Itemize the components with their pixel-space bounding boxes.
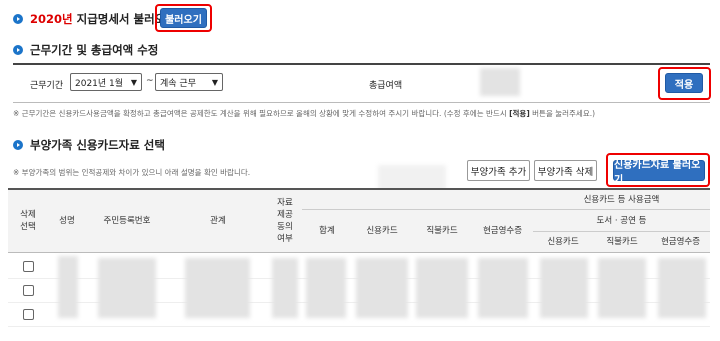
redacted-cell (356, 258, 408, 318)
section1-title: 2020년 지급명세서 불러오기 (30, 11, 176, 27)
group-books-performances: 도서 · 공연 등 (596, 215, 647, 226)
redacted-cell (598, 258, 646, 318)
redacted-cell (540, 258, 588, 318)
sub-col-debit-card: 직불카드 (606, 237, 638, 247)
section-bullet-icon (13, 140, 23, 150)
load-card-data-button[interactable]: 신용카드자료 불러오기 (613, 160, 705, 186)
section2-title: 근무기간 및 총급여액 수정 (30, 43, 159, 57)
chevron-down-icon: ▼ (211, 77, 218, 87)
redacted-cell (58, 256, 78, 318)
total-pay-value-redacted (480, 68, 520, 96)
delete-dependent-button[interactable]: 부양가족 삭제 (534, 160, 597, 181)
add-dependent-button[interactable]: 부양가족 추가 (467, 160, 530, 181)
redacted-cell (478, 258, 528, 318)
section-bullet-icon (13, 14, 23, 24)
redacted-cell (658, 258, 706, 318)
end-month-value: 계속 근무 (160, 78, 196, 89)
row-select-checkbox[interactable] (23, 285, 34, 296)
total-pay-label: 총급여액 (369, 81, 403, 91)
col-name: 성명 (59, 216, 75, 226)
redacted-cell (416, 258, 468, 318)
start-month-select[interactable]: 2021년 1월 ▼ (70, 73, 142, 91)
period-note: ※ 근무기간은 신용카드사용금액을 확정하고 총급여액은 공제한도 계산을 위해… (13, 108, 595, 119)
group-card-usage: 신용카드 등 사용금액 (583, 194, 660, 205)
range-tilde: ~ (146, 76, 154, 86)
sub-col-cash-receipt: 현금영수증 (660, 237, 701, 247)
row-select-checkbox[interactable] (23, 261, 34, 272)
year-label: 2020년 (30, 12, 73, 26)
section-bullet-icon (13, 45, 23, 55)
col-total: 합계 (319, 226, 335, 236)
dependents-note: ※ 부양가족의 범위는 인적공제와 차이가 있으니 아래 설명을 확인 바랍니다… (13, 168, 251, 177)
col-relation: 관계 (210, 216, 226, 226)
col-debit-card: 직불카드 (426, 226, 458, 236)
apply-button[interactable]: 적용 (665, 73, 703, 93)
redacted-cell (272, 258, 298, 318)
row-select-checkbox[interactable] (23, 309, 34, 320)
col-delete-select: 삭제 선택 (20, 210, 36, 232)
period-note-bold: [적용] (509, 109, 530, 118)
chevron-down-icon: ▼ (130, 77, 137, 87)
period-label: 근무기간 (30, 81, 64, 91)
sub-col-credit-card: 신용카드 (547, 237, 579, 247)
period-note-prefix: ※ 근무기간은 신용카드사용금액을 확정하고 총급여액은 공제한도 계산을 위해… (13, 109, 510, 118)
col-cash-receipt: 현금영수증 (482, 226, 523, 236)
load-statement-button[interactable]: 불러오기 (160, 8, 207, 28)
col-rrn: 주민등록번호 (103, 216, 151, 226)
col-credit-card: 신용카드 (366, 226, 398, 236)
redacted-cell (306, 258, 346, 318)
period-note-suffix: 버튼을 눌러주세요.) (529, 109, 596, 118)
redacted-cell (185, 258, 250, 318)
col-data-provided: 자료 제공 동의 여부 (277, 198, 293, 244)
start-month-value: 2021년 1월 (75, 78, 124, 89)
section3-title: 부양가족 신용카드자료 선택 (30, 138, 165, 152)
end-month-select[interactable]: 계속 근무 ▼ (155, 73, 223, 91)
redacted-cell (98, 258, 156, 318)
